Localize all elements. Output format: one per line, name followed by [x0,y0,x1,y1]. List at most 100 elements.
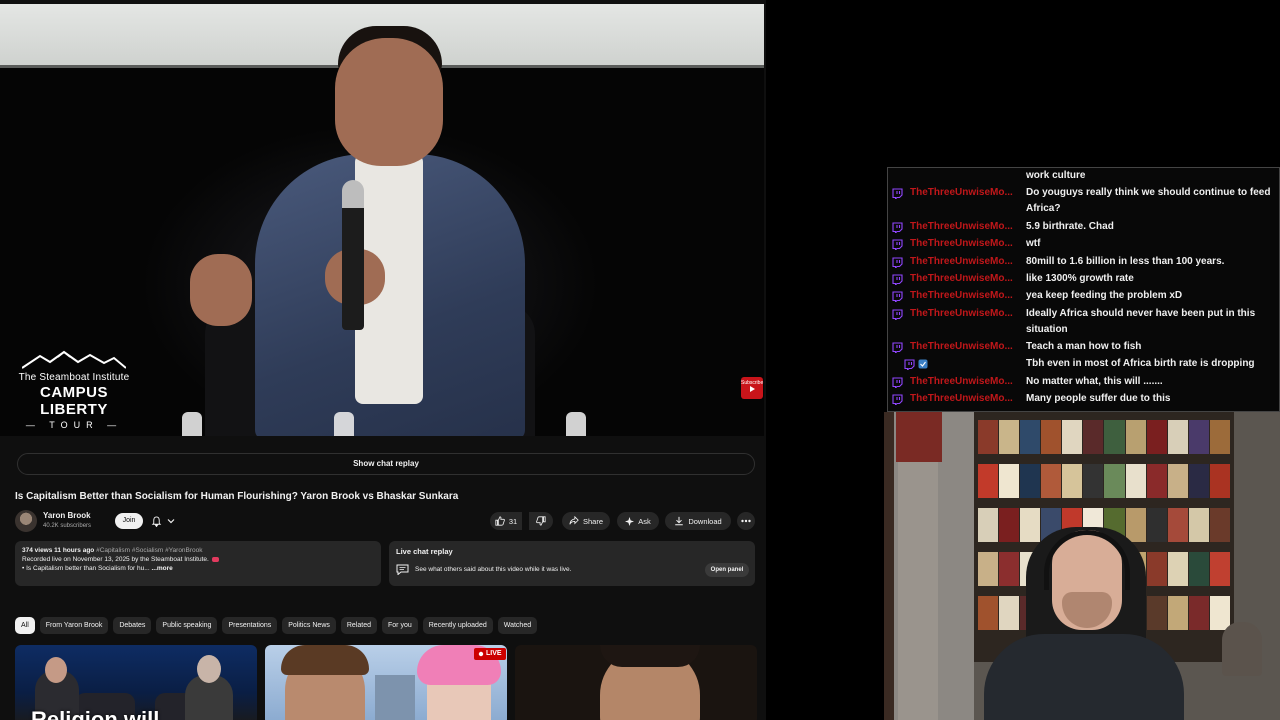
live-chat-replay-description: See what others said about this video wh… [415,566,572,573]
description-meta: 374 views 11 hours ago #Capitalism #Soci… [22,547,374,554]
water-bottle [182,412,202,436]
dislike-button[interactable] [529,512,553,530]
chat-username: TheThreeUnwiseMo... [910,187,1013,198]
chat-username: TheThreeUnwiseMo... [910,290,1013,301]
recommendation-chips: All From Yaron Brook Debates Public spea… [15,617,538,634]
sparkle-icon [625,516,635,526]
download-button[interactable]: Download [665,512,731,530]
more-horizontal-icon [741,519,751,523]
video-title: Is Capitalism Better than Socialism for … [15,491,459,502]
twitch-icon [892,257,903,268]
heart-emoji-icon [211,556,219,562]
chip-from-yaron-brook[interactable]: From Yaron Brook [39,617,109,634]
logo-title: CAMPUS LIBERTY [39,384,108,418]
more-actions-button[interactable] [737,512,755,530]
mountain-icon [22,350,126,369]
water-bottle [334,412,354,436]
webcam-feed [884,412,1280,720]
water-bottle [566,412,586,436]
share-button[interactable]: Share [562,512,610,530]
live-chat-replay-box: Live chat replay See what others said ab… [389,541,755,586]
video-thumbnail[interactable]: Religion will [15,645,257,720]
bell-icon [151,515,162,527]
channel-name[interactable]: Yaron Brook [43,511,91,520]
chat-message-text: work culture [1026,170,1086,181]
chip-public-speaking[interactable]: Public speaking [156,617,218,634]
play-icon [750,386,755,392]
channel-avatar[interactable] [15,510,37,532]
view-count-and-age: 374 views 11 hours ago [22,547,95,554]
chat-message-text: Ideally Africa should never have been pu… [1026,308,1256,335]
twitch-icon [892,291,903,302]
chat-username: TheThreeUnwiseMo... [910,308,1013,319]
twitch-icon [892,239,903,250]
chat-username: TheThreeUnwiseMo... [910,393,1013,404]
chat-username: TheThreeUnwiseMo... [910,273,1013,284]
microphone [342,180,364,330]
live-badge: LIVE [474,648,506,660]
chat-message-text: Teach a man how to fish [1026,341,1142,352]
chip-watched[interactable]: Watched [497,617,538,634]
chat-username: TheThreeUnwiseMo... [910,341,1013,352]
join-button[interactable]: Join [115,513,143,529]
chip-debates[interactable]: Debates [113,617,152,634]
twitch-icon [892,309,903,320]
chat-username: TheThreeUnwiseMo... [910,376,1013,387]
thumbs-down-icon [536,516,546,526]
twitch-icon [892,222,903,233]
twitch-icon [892,274,903,285]
chevron-down-icon [167,519,175,524]
youtube-capture: The Steamboat Institute CAMPUS LIBERTY —… [0,0,766,720]
video-player[interactable]: The Steamboat Institute CAMPUS LIBERTY —… [0,4,764,436]
like-count: 31 [508,516,518,526]
like-button[interactable]: 31 [490,512,522,530]
chat-message-text: No matter what, this will ....... [1026,376,1163,387]
live-chat-replay-title: Live chat replay [396,547,453,556]
chat-message-text: Do youguys really think we should contin… [1026,187,1271,214]
subscriber-count: 40.2K subscribers [43,523,92,529]
chat-message-text: Tbh even in most of Africa birth rate is… [1026,358,1255,369]
chip-for-you[interactable]: For you [382,617,418,634]
chat-username: TheThreeUnwiseMo... [910,256,1013,267]
twitch-icon [892,377,903,388]
chip-related[interactable]: Related [340,617,378,634]
logo-tour: — TOUR — [25,420,123,430]
chip-politics-news[interactable]: Politics News [282,617,336,634]
twitch-icon [892,188,903,199]
chip-all[interactable]: All [15,617,35,634]
chat-bubble-icon [396,564,409,575]
video-thumbnail[interactable] [515,645,757,720]
show-chat-replay-button[interactable]: Show chat replay [17,453,755,475]
notification-bell-button[interactable] [151,513,187,529]
share-icon [569,516,579,525]
cat [1222,622,1262,676]
twitch-icon [892,394,903,405]
open-panel-button[interactable]: Open panel [705,563,749,577]
show-more-link[interactable]: ...more [151,565,172,572]
streamer [984,634,1184,720]
stream-chat-overlay: work culture TheThreeUnwiseMo... Do youg… [887,167,1280,412]
live-dot-icon [478,651,484,657]
wall-art [896,412,942,462]
description-box[interactable]: 374 views 11 hours ago #Capitalism #Soci… [15,541,381,586]
chat-message-text: 80mill to 1.6 billion in less than 100 y… [1026,256,1225,267]
ask-button[interactable]: Ask [617,512,659,530]
chip-presentations[interactable]: Presentations [222,617,278,634]
campus-liberty-logo: The Steamboat Institute CAMPUS LIBERTY —… [16,350,132,430]
hashtags[interactable]: #Capitalism #Socialism #YaronBrook [96,547,202,554]
chat-emote-icon [918,359,928,369]
thumbs-up-icon [495,516,505,526]
thumbnail-text: Religion will [31,707,160,720]
download-icon [675,516,684,526]
chat-message-text: 5.9 birthrate. Chad [1026,221,1114,232]
chat-message-text: like 1300% growth rate [1026,273,1134,284]
description-snippet: • Is Capitalism better than Socialism fo… [22,565,173,572]
chip-recently-uploaded[interactable]: Recently uploaded [422,617,493,634]
video-thumbnail[interactable]: LIVE [265,645,507,720]
chat-message-text: yea keep feeding the problem xD [1026,290,1183,301]
subscribe-badge[interactable]: Subscribe [741,377,763,399]
chat-username: TheThreeUnwiseMo... [910,221,1013,232]
chat-username: TheThreeUnwiseMo... [910,238,1013,249]
twitch-icon [892,342,903,353]
chat-message-text: wtf [1026,238,1041,249]
